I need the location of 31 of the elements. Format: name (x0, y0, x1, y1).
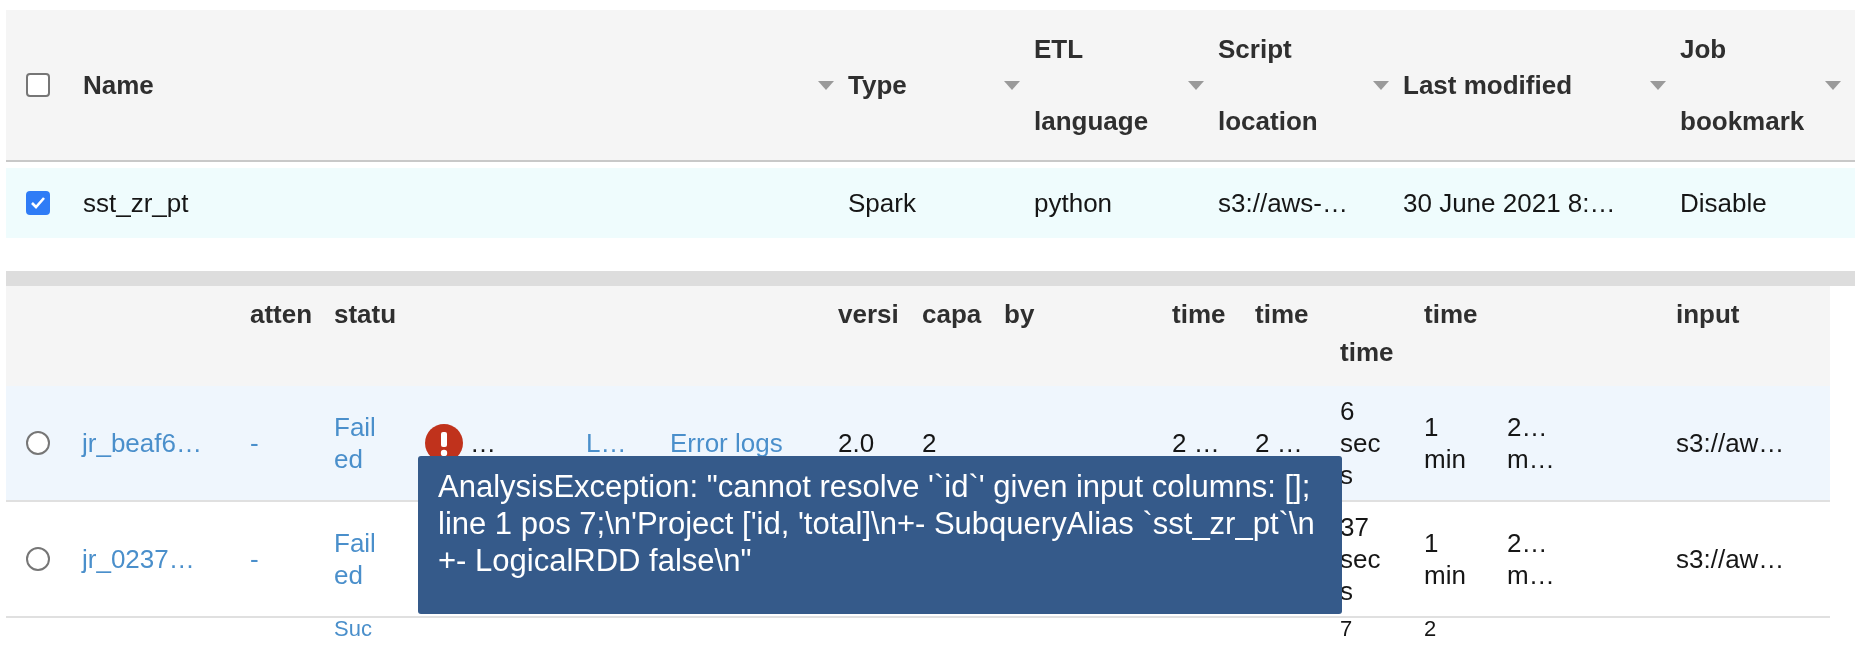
table-cell-text: 1 min (1424, 527, 1467, 591)
table-cell: s3://aw… (1676, 427, 1785, 459)
column-header: time (1340, 337, 1394, 367)
table-cell: Disable (1680, 187, 1767, 218)
column-header: atten (250, 299, 313, 329)
column-header: time (1172, 299, 1226, 329)
table-cell-text: Suc (334, 618, 373, 640)
table-cell: … (470, 427, 496, 459)
error-tooltip: AnalysisException: "cannot resolve '`id`' given input columns: []; line 1 pos 7;\n'Project ['id, 'total]\n+- SubqueryAlias `sst_zr_pt`\n +- LogicalRDD false\n" (418, 456, 1342, 614)
table-cell: 2 … (1172, 427, 1220, 459)
column-header: input (1676, 299, 1740, 329)
column-header: versi (838, 299, 899, 329)
table-cell-text: 2 (1424, 618, 1438, 640)
table-cell: 2.0 (838, 427, 875, 459)
table-cell: 2 (922, 427, 937, 459)
column-header: time (1424, 299, 1478, 329)
column-header: time (1255, 299, 1309, 329)
column-header: capa (922, 299, 982, 329)
column-header: statu (334, 299, 397, 329)
table-cell: s3://aw… (1676, 543, 1785, 575)
table-cell: python (1034, 187, 1113, 218)
table-cell-text: 2… m… (1507, 411, 1556, 475)
table-cell: s3://aws-… (1218, 187, 1349, 218)
column-header: by (1004, 299, 1035, 329)
table-cell: 30 June 2021 8:… (1403, 187, 1616, 218)
table-cell: Spark (848, 187, 916, 218)
table-cell: 2 … (1255, 427, 1303, 459)
table-cell-text: 1 min (1424, 411, 1467, 475)
table-cell: sst_zr_pt (83, 187, 189, 218)
table-cell-text: 2… m… (1507, 527, 1556, 591)
table-cell-text: 7 (1340, 618, 1354, 640)
